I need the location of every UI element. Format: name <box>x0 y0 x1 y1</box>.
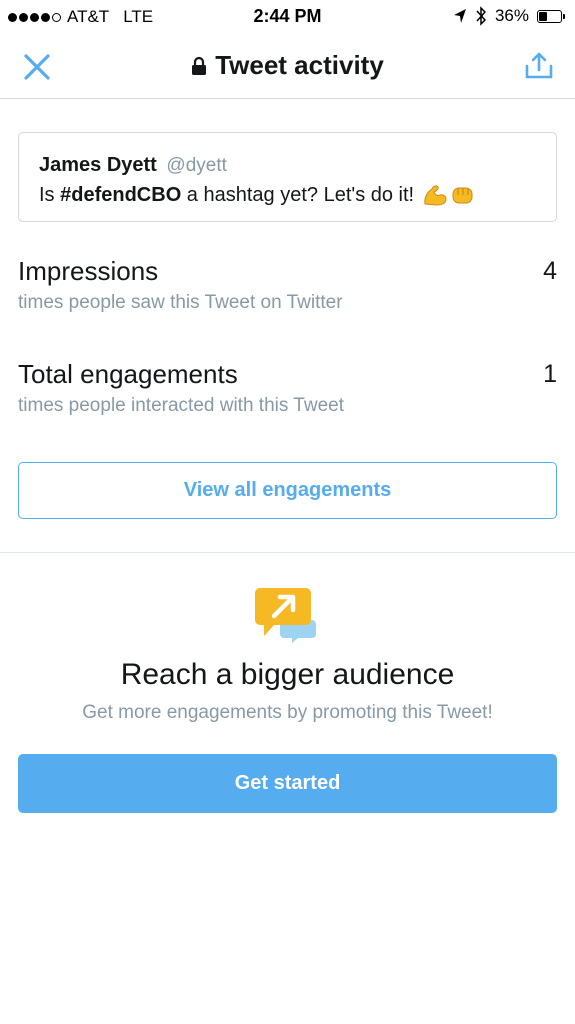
tweet-card[interactable]: James Dyett @dyett Is #defendCBO a hasht… <box>18 132 557 222</box>
bluetooth-icon <box>476 6 486 26</box>
flexed-biceps-emoji <box>424 185 447 206</box>
promo-subtitle: Get more engagements by promoting this T… <box>82 702 493 723</box>
share-icon <box>525 52 553 79</box>
metric-value: 4 <box>543 257 557 285</box>
metric-description: times people saw this Tweet on Twitter <box>18 292 343 313</box>
get-started-button[interactable]: Get started <box>18 754 557 813</box>
section-divider <box>0 552 575 553</box>
fist-emoji <box>452 187 473 204</box>
tweet-author: James Dyett <box>39 154 157 176</box>
battery-icon <box>537 9 565 23</box>
tweet-text: Is #defendCBO a hashtag yet? Let's do it… <box>39 180 536 210</box>
tweet-hashtag[interactable]: #defendCBO <box>60 180 181 210</box>
battery-percent: 36% <box>494 6 529 25</box>
tweet-text-before: Is <box>39 184 61 206</box>
location-arrow-icon <box>453 9 466 23</box>
metric-label: Total engagements <box>18 359 238 389</box>
metric-label: Impressions <box>18 256 159 286</box>
page-title: Tweet activity <box>0 50 575 81</box>
tweet-handle: @dyett <box>166 155 227 176</box>
tweet-emojis <box>422 183 476 207</box>
metric-total-engagements: Total engagements 1 times people interac… <box>18 359 557 417</box>
lock-icon <box>192 56 207 75</box>
status-bar: AT&T LTE 2:44 PM 36% <box>0 0 575 34</box>
metric-value: 1 <box>543 360 557 388</box>
tweet-header: James Dyett @dyett <box>39 153 536 178</box>
metric-impressions: Impressions 4 times people saw this Twee… <box>18 256 557 314</box>
promote-speech-icon <box>255 588 316 643</box>
page-title-text: Tweet activity <box>215 50 384 80</box>
status-right: 36% <box>453 6 565 26</box>
promo-title: Reach a bigger audience <box>120 658 455 691</box>
tweet-text-after: a hashtag yet? Let's do it! <box>181 184 415 206</box>
metric-description: times people interacted with this Tweet <box>18 395 344 416</box>
view-all-engagements-button[interactable]: View all engagements <box>18 462 557 519</box>
share-button[interactable] <box>517 46 561 84</box>
nav-bar: Tweet activity <box>0 34 575 99</box>
